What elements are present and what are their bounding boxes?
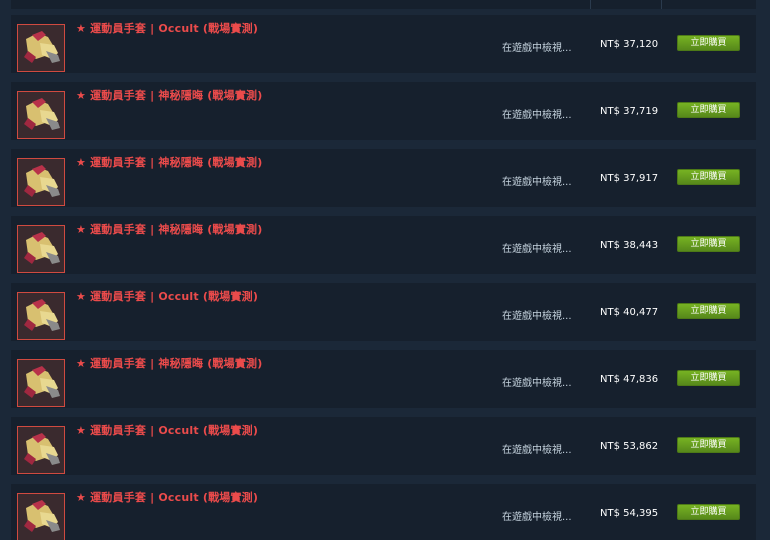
item-thumbnail[interactable] (17, 426, 65, 474)
header-action-column (661, 0, 757, 9)
item-thumbnail[interactable] (17, 292, 65, 340)
sport-glove-icon (24, 31, 60, 63)
listing-price: NT$ 47,836 (600, 374, 659, 385)
sport-glove-icon (24, 500, 60, 532)
item-name[interactable]: ★ 運動員手套 | 神秘隱晦 (戰場實測) (76, 87, 262, 103)
item-thumbnail[interactable] (17, 158, 65, 206)
inspect-in-game-link[interactable]: 在遊戲中檢視... (502, 173, 572, 188)
sport-glove-icon (24, 232, 60, 264)
listing-row: ★ 運動員手套 | Occult (戰場實測) 在遊戲中檢視... NT$ 53… (11, 417, 756, 475)
listing-price: NT$ 53,862 (600, 441, 659, 452)
inspect-in-game-link[interactable]: 在遊戲中檢視... (502, 240, 572, 255)
buy-now-button[interactable]: 立即購買 (677, 437, 740, 453)
buy-now-button[interactable]: 立即購買 (677, 102, 740, 118)
listing-row: ★ 運動員手套 | 神秘隱晦 (戰場實測) 在遊戲中檢視... NT$ 47,8… (11, 350, 756, 408)
item-name[interactable]: ★ 運動員手套 | Occult (戰場實測) (76, 422, 258, 438)
sport-glove-icon (24, 366, 60, 398)
inspect-in-game-link[interactable]: 在遊戲中檢視... (502, 508, 572, 523)
listing-price: NT$ 37,120 (600, 39, 659, 50)
listing-price: NT$ 37,719 (600, 106, 659, 117)
inspect-in-game-link[interactable]: 在遊戲中檢視... (502, 374, 572, 389)
header-price-column (590, 0, 662, 9)
buy-now-button[interactable]: 立即購買 (677, 303, 740, 319)
item-thumbnail[interactable] (17, 359, 65, 407)
listing-price: NT$ 54,395 (600, 508, 659, 519)
sport-glove-icon (24, 433, 60, 465)
listing-price: NT$ 38,443 (600, 240, 659, 251)
listing-table-header (11, 0, 756, 9)
item-name[interactable]: ★ 運動員手套 | Occult (戰場實測) (76, 288, 258, 304)
sport-glove-icon (24, 299, 60, 331)
listing-row: ★ 運動員手套 | Occult (戰場實測) 在遊戲中檢視... NT$ 37… (11, 15, 756, 73)
market-listings-page: ★ 運動員手套 | Occult (戰場實測) 在遊戲中檢視... NT$ 37… (0, 0, 770, 540)
buy-now-button[interactable]: 立即購買 (677, 169, 740, 185)
listing-row: ★ 運動員手套 | Occult (戰場實測) 在遊戲中檢視... NT$ 54… (11, 484, 756, 540)
sport-glove-icon (24, 98, 60, 130)
listing-price: NT$ 37,917 (600, 173, 659, 184)
buy-now-button[interactable]: 立即購買 (677, 370, 740, 386)
item-thumbnail[interactable] (17, 493, 65, 540)
inspect-in-game-link[interactable]: 在遊戲中檢視... (502, 307, 572, 322)
item-thumbnail[interactable] (17, 225, 65, 273)
item-thumbnail[interactable] (17, 24, 65, 72)
buy-now-button[interactable]: 立即購買 (677, 504, 740, 520)
item-name[interactable]: ★ 運動員手套 | Occult (戰場實測) (76, 20, 258, 36)
buy-now-button[interactable]: 立即購買 (677, 236, 740, 252)
listing-row: ★ 運動員手套 | 神秘隱晦 (戰場實測) 在遊戲中檢視... NT$ 37,9… (11, 149, 756, 207)
buy-now-button[interactable]: 立即購買 (677, 35, 740, 51)
sport-glove-icon (24, 165, 60, 197)
item-thumbnail[interactable] (17, 91, 65, 139)
item-name[interactable]: ★ 運動員手套 | Occult (戰場實測) (76, 489, 258, 505)
inspect-in-game-link[interactable]: 在遊戲中檢視... (502, 441, 572, 456)
listing-row: ★ 運動員手套 | Occult (戰場實測) 在遊戲中檢視... NT$ 40… (11, 283, 756, 341)
listing-price: NT$ 40,477 (600, 307, 659, 318)
inspect-in-game-link[interactable]: 在遊戲中檢視... (502, 106, 572, 121)
inspect-in-game-link[interactable]: 在遊戲中檢視... (502, 39, 572, 54)
item-name[interactable]: ★ 運動員手套 | 神秘隱晦 (戰場實測) (76, 355, 262, 371)
listing-row: ★ 運動員手套 | 神秘隱晦 (戰場實測) 在遊戲中檢視... NT$ 38,4… (11, 216, 756, 274)
listing-row: ★ 運動員手套 | 神秘隱晦 (戰場實測) 在遊戲中檢視... NT$ 37,7… (11, 82, 756, 140)
item-name[interactable]: ★ 運動員手套 | 神秘隱晦 (戰場實測) (76, 154, 262, 170)
item-name[interactable]: ★ 運動員手套 | 神秘隱晦 (戰場實測) (76, 221, 262, 237)
